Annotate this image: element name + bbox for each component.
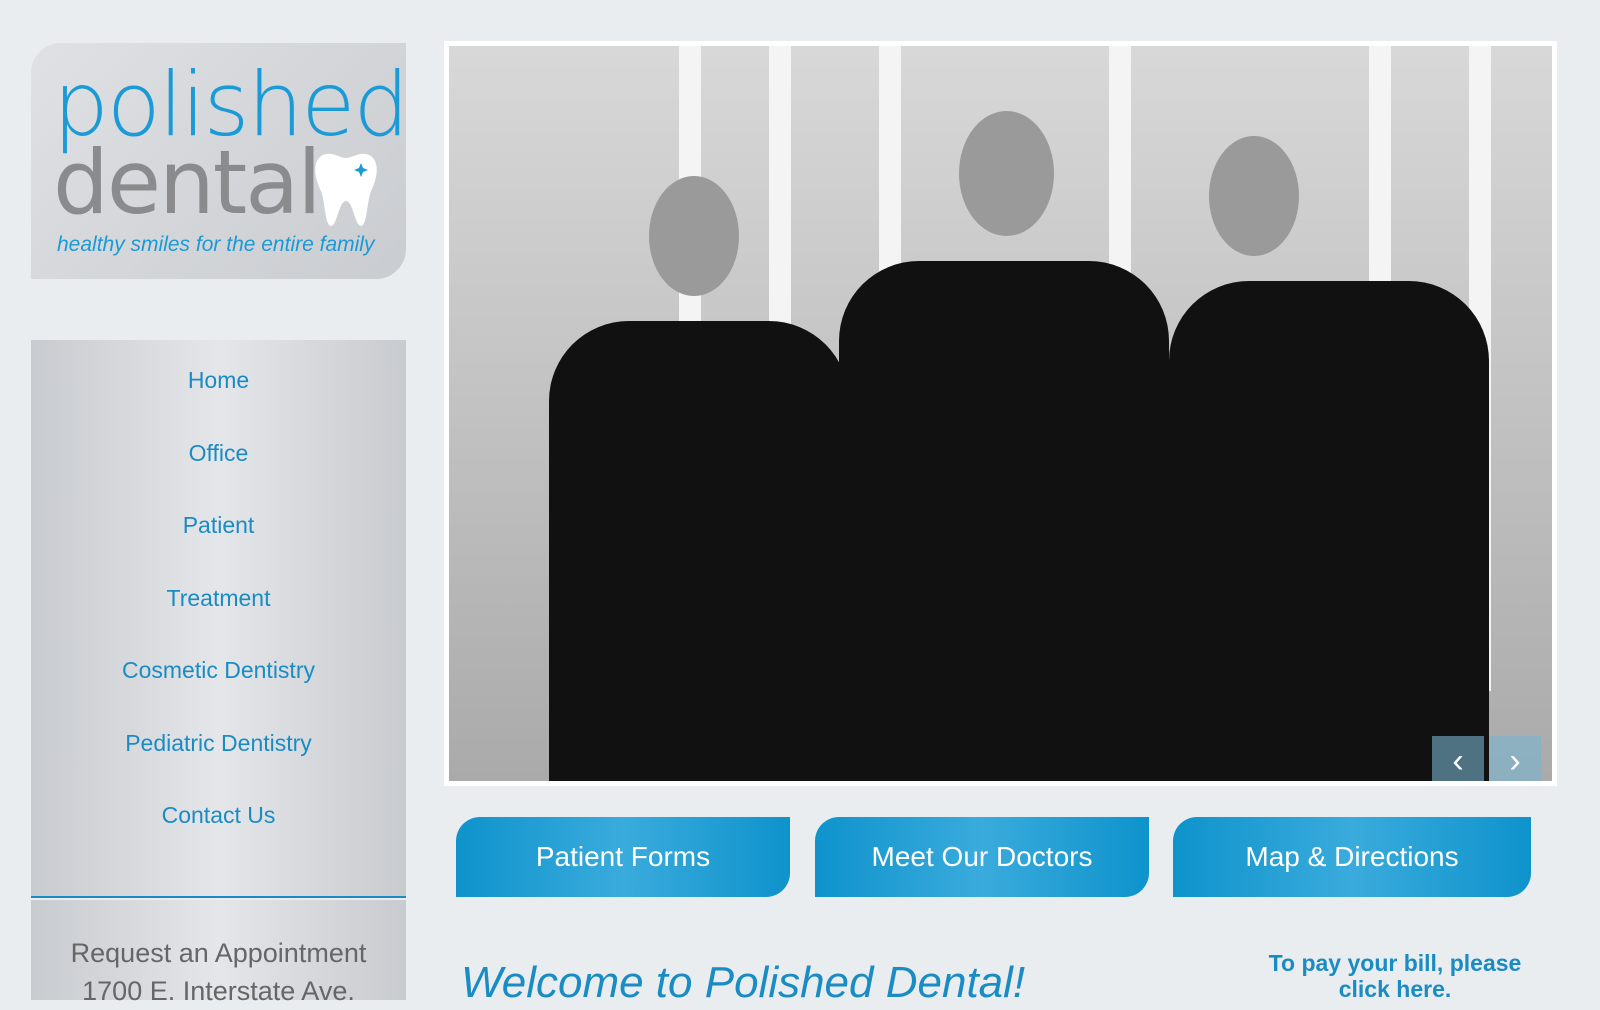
sidebar-nav: Home Office Patient Treatment Cosmetic D… bbox=[31, 340, 406, 898]
nav-treatment[interactable]: Treatment bbox=[31, 558, 406, 631]
nav-contact-us[interactable]: Contact Us bbox=[31, 775, 406, 848]
logo-line2: dental bbox=[53, 131, 322, 234]
slider-next-button[interactable]: › bbox=[1489, 736, 1541, 781]
bill-click-here[interactable]: click here. bbox=[1240, 976, 1550, 1002]
meet-our-doctors-button[interactable]: Meet Our Doctors bbox=[815, 817, 1149, 897]
nav-patient[interactable]: Patient bbox=[31, 485, 406, 558]
slider-prev-button[interactable]: ‹ bbox=[1432, 736, 1484, 781]
appointment-address: 1700 E. Interstate Ave. bbox=[82, 976, 355, 1006]
hero-slider: ‹ › bbox=[444, 41, 1557, 786]
bill-text: To pay your bill, please bbox=[1268, 950, 1522, 976]
welcome-heading: Welcome to Polished Dental! bbox=[461, 958, 1026, 1007]
hero-photo: ‹ › bbox=[449, 46, 1552, 781]
nav-home[interactable]: Home bbox=[31, 340, 406, 413]
nav-pediatric-dentistry[interactable]: Pediatric Dentistry bbox=[31, 703, 406, 776]
patient-forms-button[interactable]: Patient Forms bbox=[456, 817, 790, 897]
logo[interactable]: polished dental healthy smiles for the e… bbox=[31, 43, 406, 279]
nav-office[interactable]: Office bbox=[31, 413, 406, 486]
chevron-right-icon: › bbox=[1509, 742, 1521, 780]
map-directions-button[interactable]: Map & Directions bbox=[1173, 817, 1531, 897]
appointment-panel[interactable]: Request an Appointment 1700 E. Interstat… bbox=[31, 900, 406, 1006]
pay-bill-link[interactable]: To pay your bill, please click here. bbox=[1240, 950, 1550, 1002]
nav-cosmetic-dentistry[interactable]: Cosmetic Dentistry bbox=[31, 630, 406, 703]
tooth-icon bbox=[315, 153, 377, 226]
chevron-left-icon: ‹ bbox=[1452, 742, 1464, 780]
appointment-title[interactable]: Request an Appointment bbox=[31, 934, 406, 972]
logo-tagline: healthy smiles for the entire family bbox=[57, 233, 375, 256]
